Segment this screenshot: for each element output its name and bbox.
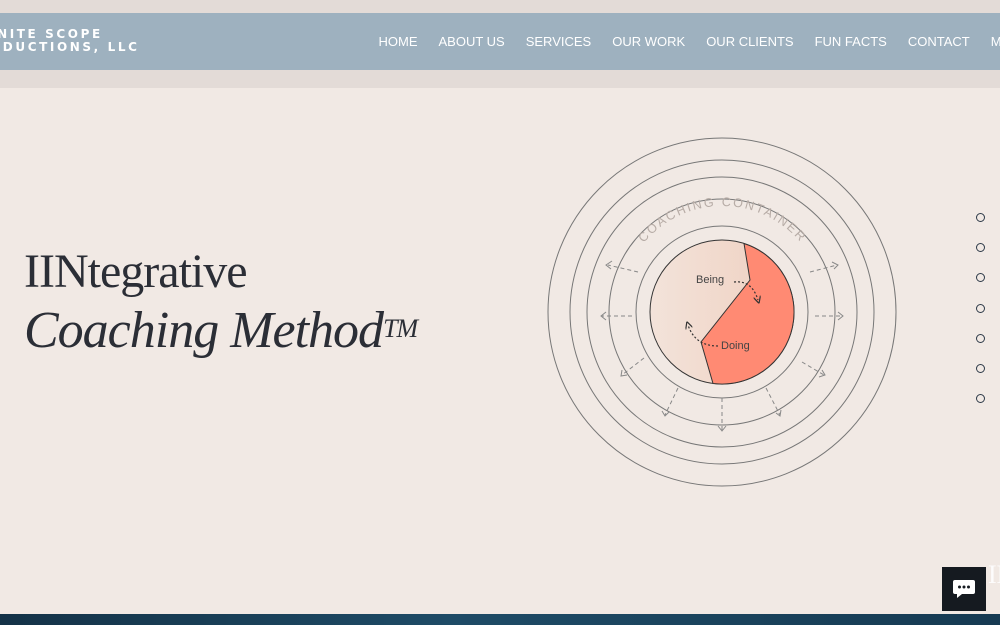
- title-line-1: IINtegrative: [24, 245, 248, 298]
- section-dot-3[interactable]: [976, 273, 985, 283]
- doing-label: Doing: [721, 340, 750, 352]
- nav-services[interactable]: SERVICES: [515, 34, 602, 49]
- section-dot-5[interactable]: [976, 333, 985, 343]
- section-dot-6[interactable]: [976, 363, 985, 373]
- nav-meet-team[interactable]: MEET T: [980, 34, 1000, 49]
- top-strip: [0, 0, 1000, 13]
- nav-contact[interactable]: CONTACT: [897, 34, 980, 49]
- section-dots-nav: [976, 213, 990, 424]
- title-line-2-text: Coaching Method: [24, 302, 384, 359]
- chat-bubble-icon: [953, 580, 975, 598]
- nav-about-us[interactable]: ABOUT US: [428, 34, 515, 49]
- nav-our-work[interactable]: OUR WORK: [602, 34, 696, 49]
- section-dot-1[interactable]: [976, 213, 985, 222]
- coaching-container-diagram: COACHING CONTAINER Being Doing: [547, 137, 897, 487]
- nav-home[interactable]: HOME: [368, 34, 428, 49]
- trademark-mark: TM: [383, 314, 418, 343]
- header-underline-strip: [0, 70, 1000, 88]
- section-dot-2[interactable]: [976, 243, 985, 253]
- nav-fun-facts[interactable]: FUN FACTS: [804, 34, 897, 49]
- section-dot-4[interactable]: [976, 303, 985, 313]
- main-nav: HOME ABOUT US SERVICES OUR WORK OUR CLIE…: [368, 13, 1000, 70]
- corner-text: IN: [988, 560, 1000, 589]
- chat-button[interactable]: [942, 567, 986, 611]
- container-label: COACHING CONTAINER: [636, 195, 810, 245]
- nav-our-clients[interactable]: OUR CLIENTS: [696, 34, 804, 49]
- logo-line-2: ODUCTIONS, LLC: [0, 40, 140, 54]
- site-header: INITE SCOPE ODUCTIONS, LLC HOME ABOUT US…: [0, 13, 1000, 70]
- footer-strip: [0, 614, 1000, 625]
- hero-title: IINtegrative Coaching MethodTM: [24, 242, 418, 360]
- title-line-2: Coaching MethodTM: [24, 302, 418, 360]
- being-label: Being: [696, 274, 724, 286]
- site-logo[interactable]: INITE SCOPE ODUCTIONS, LLC: [0, 28, 140, 54]
- section-dot-7[interactable]: [976, 394, 985, 404]
